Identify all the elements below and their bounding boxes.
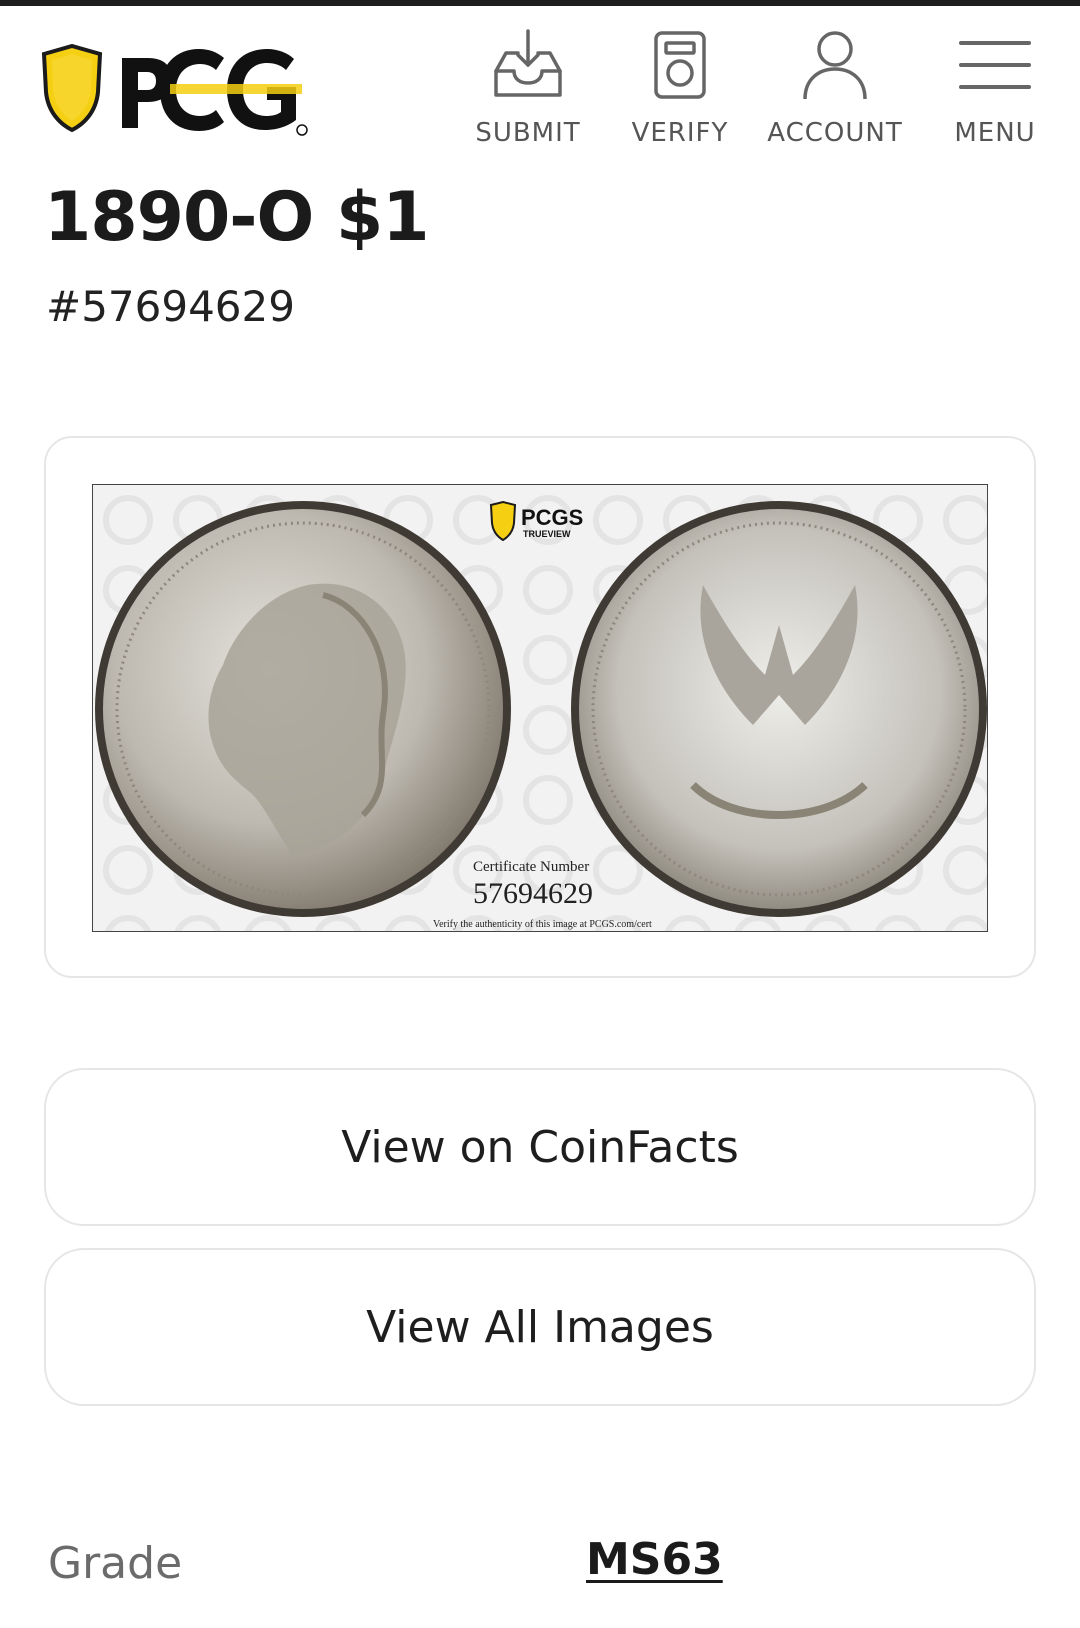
site-header: SUBMIT VERIFY ACCOUNT MENU: [0, 6, 1080, 156]
trueview-verify-note: Verify the authenticity of this image at…: [433, 919, 652, 930]
nav-menu[interactable]: MENU: [935, 26, 1055, 148]
nav-account[interactable]: ACCOUNT: [760, 26, 910, 148]
user-icon: [802, 26, 868, 104]
nav-account-label: ACCOUNT: [767, 118, 903, 148]
trueview-cert-number: 57694629: [473, 877, 593, 910]
nav-verify-label: VERIFY: [631, 118, 729, 148]
nav-verify[interactable]: VERIFY: [620, 26, 740, 148]
view-all-images-button[interactable]: View All Images: [44, 1248, 1036, 1406]
grade-value-link[interactable]: MS63: [586, 1534, 723, 1585]
trueview-logo: PCGS TRUEVIEW: [489, 501, 583, 542]
coin-image-card: PCGS TRUEVIEW Certificate Number 5769462…: [44, 436, 1036, 978]
trueview-image[interactable]: PCGS TRUEVIEW Certificate Number 5769462…: [92, 484, 988, 932]
nav-submit[interactable]: SUBMIT: [468, 26, 588, 148]
grade-label: Grade: [48, 1538, 183, 1589]
pcgs-logo-mark: [41, 44, 308, 136]
view-on-coinfacts-button[interactable]: View on CoinFacts: [44, 1068, 1036, 1226]
svg-text:TRUEVIEW: TRUEVIEW: [523, 529, 571, 539]
nav-submit-label: SUBMIT: [475, 118, 581, 148]
coin-title: 1890-O $1: [44, 178, 430, 257]
pcgs-logo[interactable]: [40, 42, 320, 142]
nav-menu-label: MENU: [954, 118, 1036, 148]
svg-text:PCGS: PCGS: [521, 505, 583, 530]
verify-device-icon: [652, 26, 708, 104]
tray-download-icon: [492, 26, 564, 104]
hamburger-icon: [958, 26, 1032, 104]
cert-number: #57694629: [46, 282, 295, 331]
trueview-cert-label: Certificate Number: [473, 859, 590, 875]
